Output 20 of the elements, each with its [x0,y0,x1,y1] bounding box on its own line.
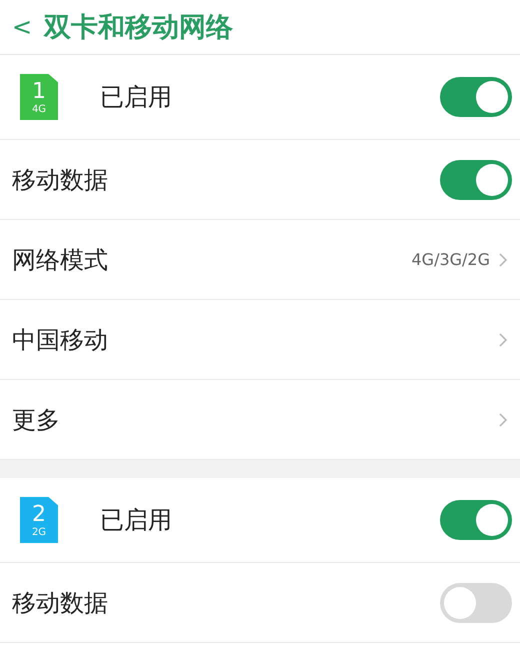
network-type: 2G [32,526,46,538]
toggle-switch[interactable] [440,582,512,622]
setting-label[interactable]: 更多 [12,404,498,436]
setting-label: 已启用 [100,505,173,536]
sim-slot-number: 1 [32,80,46,104]
network-type: 4G [32,104,46,114]
setting-value: 4G/3G/2G [411,250,490,269]
toggle-switch[interactable] [440,500,512,540]
chevron-icon [498,332,508,348]
setting-label: 移动数据 [12,588,109,618]
setting-label: 已启用 [100,82,173,113]
page-title: 双卡和移动网络 [44,11,234,45]
setting-label[interactable]: 网络模式 [12,244,412,276]
chevron-icon [498,252,508,268]
toggle-switch[interactable] [440,77,512,117]
setting-label: 移动数据 [12,164,109,196]
sim-slot-number: 2 [32,502,46,526]
setting-label[interactable]: 中国移动 [12,324,498,356]
toggle-switch[interactable] [440,160,512,200]
chevron-icon [498,412,508,428]
